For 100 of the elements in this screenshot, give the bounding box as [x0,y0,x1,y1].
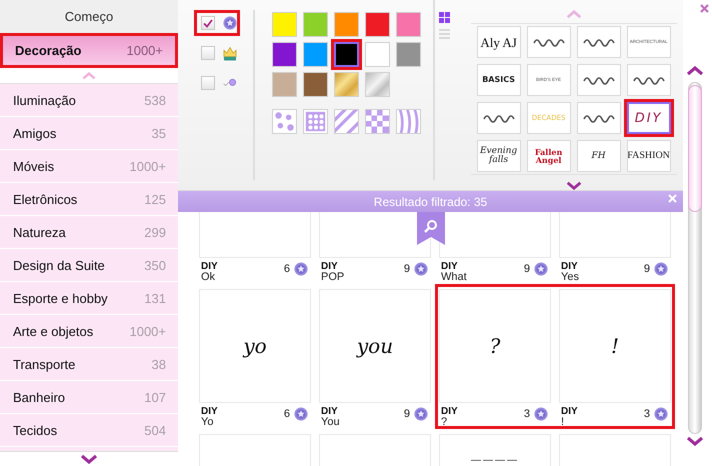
category-count: 35 [152,126,166,140]
scrollbar-track[interactable] [688,82,702,434]
font-sample-drawing [582,113,616,123]
coin-icon [534,407,548,421]
category-label: Iluminação [13,92,76,108]
close-icon[interactable] [700,4,709,13]
font-sample: BASICS [482,76,515,84]
coin-icon [534,262,548,276]
item-tag: DIY [561,262,579,272]
scroll-down-icon[interactable] [81,454,97,464]
coin-icon [294,407,308,421]
font-sample-drawing [582,37,616,47]
scrollbar-thumb[interactable] [688,85,702,212]
zebra-pattern-swatch[interactable] [396,109,421,134]
item-tag: DIY [561,407,578,417]
font-option[interactable]: Fallen Angel [526,140,571,172]
preview-text: yo [243,334,267,358]
font-option[interactable]: FASHION [626,140,671,172]
font-sample: FASHION [628,151,670,161]
item-name: What [441,272,467,282]
item-price: 9 [524,264,530,274]
font-option[interactable]: Evening falls [476,140,521,172]
font-option[interactable]: BASICS [476,64,521,96]
item-price: 3 [644,409,650,419]
font-option[interactable] [576,64,621,96]
category-count: 125 [144,192,166,206]
category-label: Esporte e hobby [13,290,108,306]
preview-text: you [356,334,394,358]
category-label: Arte e objetos [13,324,94,338]
category-label: Banheiro [13,390,66,404]
item-name: Yo [201,417,214,427]
item-preview[interactable]: ! [559,289,671,403]
search-ribbon[interactable] [417,212,445,246]
category-label: Natureza [13,224,66,240]
font-option[interactable]: DIY [626,102,671,134]
font-option[interactable] [626,64,671,96]
category-label: Tecidos [13,422,58,438]
font-sample: Fallen Angel [534,148,564,164]
item-price: 9 [404,264,410,274]
font-option[interactable]: FH [576,140,621,172]
checkbox[interactable] [201,76,215,90]
category-label: Transporte [13,356,76,372]
item-tag: DIY [321,407,340,417]
checker-pattern-swatch[interactable] [364,109,390,134]
grid-view-icon[interactable] [438,12,450,23]
item-name: Ok [201,272,216,282]
checkbox[interactable] [201,16,215,30]
font-option[interactable] [576,26,621,58]
item-price: 6 [284,264,290,274]
result-count: Resultado filtrado: 35 [374,194,488,208]
preview-text: ____ [471,437,519,461]
category-count: 1000+ [129,324,166,338]
preview-text: ! [610,334,620,358]
coin-icon [223,16,237,30]
item-name: You [321,417,340,427]
category-count: 131 [144,290,166,306]
category-label: Móveis [13,158,54,174]
category-label: Decoração [15,43,82,58]
item-name: Yes [561,272,579,282]
font-sample-drawing [482,113,516,123]
category-count: 350 [144,258,166,272]
coin-icon [294,262,308,276]
stripes-pattern-swatch[interactable] [334,109,359,134]
font-sample: FH [592,152,606,160]
list-view-icon[interactable] [438,29,450,39]
font-sample-drawing [632,75,666,85]
preview-text: ? [490,334,500,358]
item-tag: DIY [201,262,218,272]
category-label: Eletrônicos [13,192,78,206]
item-preview[interactable]: ____ [439,434,551,466]
checkbox[interactable] [201,46,215,60]
coin-icon [414,407,428,421]
item-preview[interactable]: ? [439,289,551,403]
scroll-up-icon[interactable] [686,66,702,76]
font-option[interactable] [576,102,621,134]
category-count: 1000+ [129,158,166,174]
item-tag: DIY [441,407,458,417]
category-item[interactable]: Decoração 1000+ [0,33,178,68]
item-tag: DIY [441,262,467,272]
color-swatch[interactable] [334,42,359,67]
category-count: 38 [152,356,166,372]
category-count: 538 [144,92,166,108]
item-price: 6 [284,409,290,419]
dots-pattern-swatch[interactable] [302,109,328,134]
item-preview[interactable]: yo [199,289,311,403]
font-sample: Aly AJ [480,36,517,48]
font-option[interactable] [526,26,571,58]
font-option[interactable]: Aly AJ [476,26,521,58]
scroll-down-icon[interactable] [566,181,582,190]
item-price: 9 [644,264,650,274]
scroll-down-icon[interactable] [686,436,702,446]
font-option[interactable] [476,102,521,134]
category-count: 299 [144,224,166,240]
crown-icon [223,44,237,62]
item-name: ? [441,417,448,427]
category-count: 504 [144,422,166,438]
font-sample-drawing [582,75,616,85]
home-tab[interactable]: Começo [0,0,178,33]
item-preview[interactable]: you [319,289,431,403]
coin-icon [654,262,668,276]
